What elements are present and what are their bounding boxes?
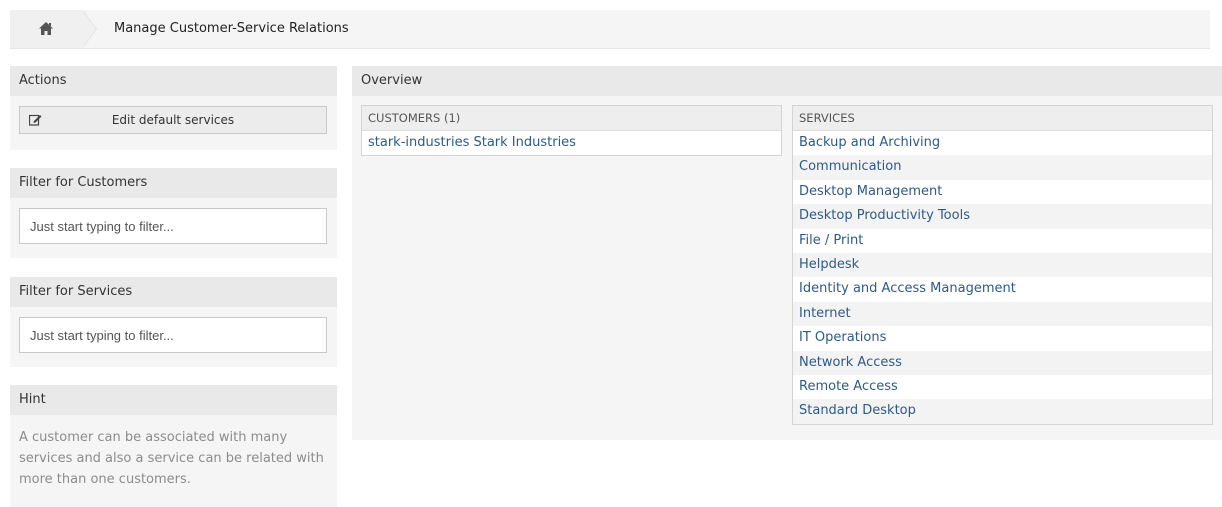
edit-default-services-label: Edit default services [111,113,235,127]
service-row[interactable]: IT Operations [793,326,1212,350]
services-table-header: SERVICES [793,106,1212,131]
filter-services-input[interactable] [19,317,327,353]
actions-header: Actions [10,66,337,96]
home-icon [39,22,53,35]
customers-table-header: CUSTOMERS (1) [362,106,781,131]
hint-widget: Hint A customer can be associated with m… [10,385,337,507]
customer-row[interactable]: stark-industries Stark Industries [362,131,781,155]
page-title: Manage Customer-Service Relations [114,21,349,36]
overview-panel: Overview CUSTOMERS (1) stark-industries … [352,66,1222,440]
hint-line: more than one customers. [19,472,191,487]
service-row[interactable]: Backup and Archiving [793,131,1212,155]
service-row[interactable]: Identity and Access Management [793,277,1212,301]
service-row[interactable]: File / Print [793,229,1212,253]
service-row[interactable]: Communication [793,155,1212,180]
service-row[interactable]: Network Access [793,350,1212,375]
service-row[interactable]: Helpdesk [793,252,1212,278]
overview-header: Overview [352,66,1222,96]
breadcrumb-home[interactable] [10,10,82,48]
service-row[interactable]: Remote Access [793,375,1212,399]
filter-services-header: Filter for Services [10,277,337,307]
hint-text: A customer can be associated with many s… [10,415,337,498]
actions-widget: Actions Edit default services [10,66,337,150]
filter-services-widget: Filter for Services [10,277,337,367]
edit-default-services-button[interactable]: Edit default services [19,106,327,134]
service-row[interactable]: Desktop Management [793,180,1212,204]
breadcrumb-separator-fill [82,10,96,48]
hint-header: Hint [10,385,337,415]
hint-line: A customer can be associated with many [19,430,288,445]
filter-customers-widget: Filter for Customers [10,168,337,258]
service-row[interactable]: Standard Desktop [793,399,1212,424]
filter-customers-input[interactable] [19,208,327,244]
hint-line: services and also a service can be relat… [19,451,324,466]
service-row[interactable]: Internet [793,301,1212,327]
filter-customers-header: Filter for Customers [10,168,337,198]
service-row[interactable]: Desktop Productivity Tools [793,204,1212,229]
breadcrumb: Manage Customer-Service Relations [10,10,1210,49]
customers-table: CUSTOMERS (1) stark-industries Stark Ind… [361,105,782,157]
services-table: SERVICES Backup and Archiving Communicat… [792,105,1213,425]
